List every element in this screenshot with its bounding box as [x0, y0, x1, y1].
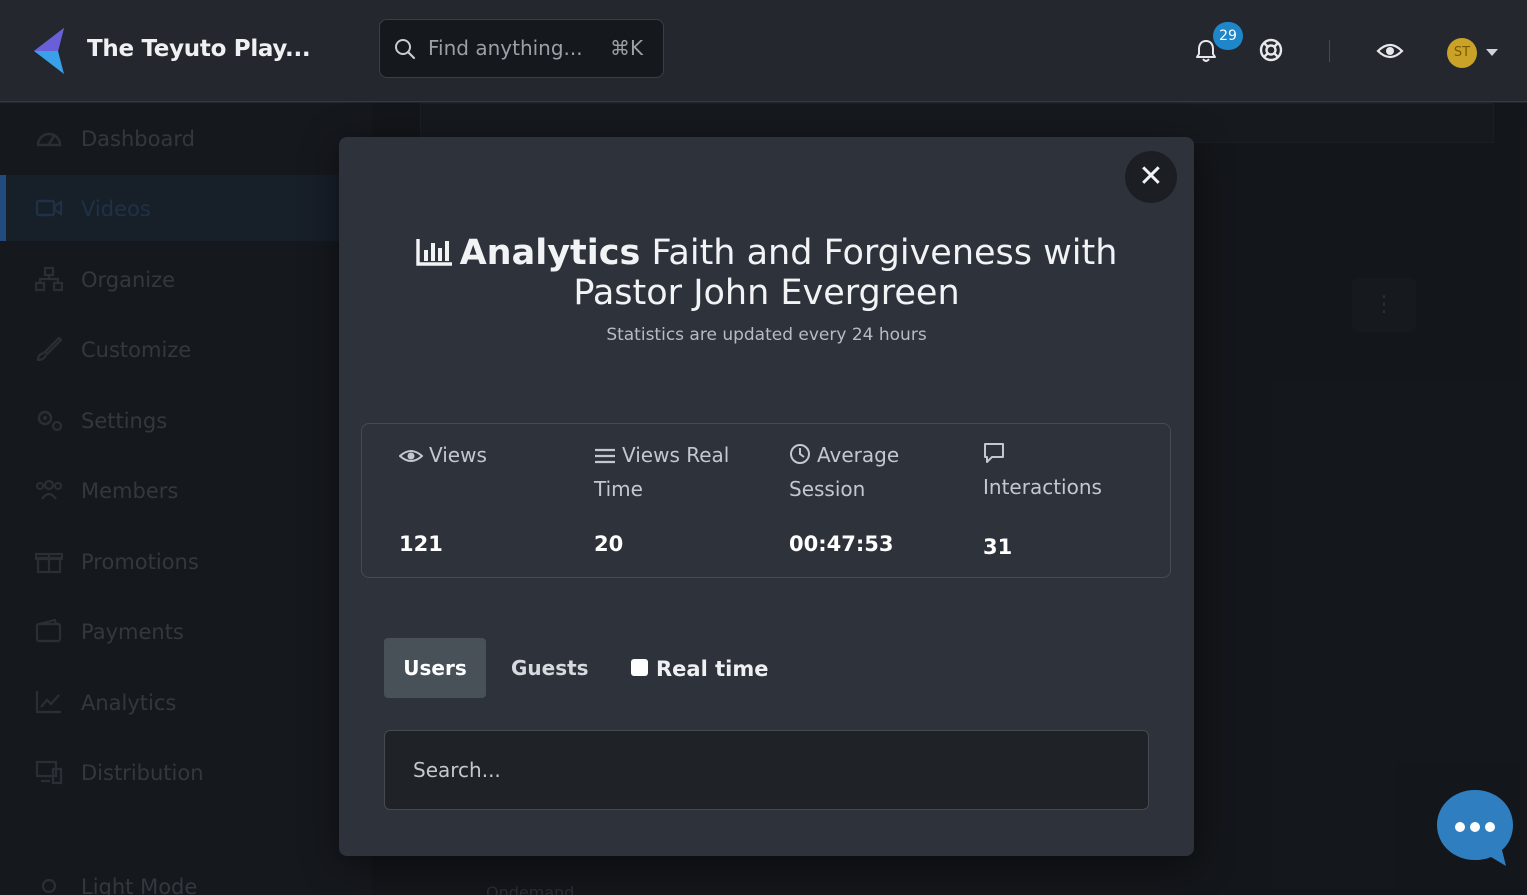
stat-label: Interactions — [983, 442, 1163, 504]
comment-icon — [984, 443, 1004, 463]
stat-interactions: Interactions 31 — [983, 438, 1163, 559]
stat-label: Views — [398, 438, 579, 472]
avatar[interactable]: ST — [1447, 38, 1477, 68]
top-bar: The Teyuto Play... Find anything... ⌘K 2… — [0, 0, 1527, 102]
bar-chart-icon — [415, 239, 452, 266]
realtime-label[interactable]: Real time — [656, 657, 768, 681]
eye-icon[interactable] — [1376, 40, 1404, 62]
stat-views: Views 121 — [398, 438, 579, 556]
clock-icon — [790, 444, 810, 464]
analytics-modal: ✕ Analytics Faith and Forgiveness with P… — [339, 137, 1194, 856]
brand-name[interactable]: The Teyuto Play... — [87, 36, 311, 62]
divider — [1329, 40, 1330, 62]
modal-title-bold: Analytics — [459, 233, 641, 273]
users-search-input[interactable]: Search... — [384, 730, 1149, 810]
stat-views-real-time: Views Real Time 20 — [594, 438, 774, 556]
tab-guests[interactable]: Guests — [511, 638, 589, 698]
modal-title-video: Faith and Forgiveness with Pastor John E… — [573, 233, 1118, 313]
modal-subtitle: Statistics are updated every 24 hours — [606, 325, 927, 345]
stat-value: 00:47:53 — [789, 532, 894, 556]
chevron-down-icon[interactable] — [1486, 49, 1498, 56]
modal-title: Analytics Faith and Forgiveness with Pas… — [379, 233, 1154, 313]
list-icon — [595, 448, 615, 464]
chat-bubble-icon[interactable] — [1436, 789, 1514, 867]
stat-value: 20 — [594, 532, 624, 556]
stat-value: 121 — [399, 532, 443, 556]
stat-label: Views Real Time — [594, 443, 730, 501]
search-icon — [395, 39, 416, 60]
stats-panel: Views 121 Views Real Time 20 Average Ses… — [361, 423, 1171, 578]
search-placeholder: Find anything... — [428, 36, 583, 60]
close-button[interactable]: ✕ — [1125, 151, 1177, 203]
search-shortcut: ⌘K — [610, 36, 644, 60]
close-icon: ✕ — [1138, 159, 1164, 194]
stat-label: Average Session — [789, 443, 900, 501]
eye-icon — [398, 450, 424, 462]
notification-badge[interactable]: 29 — [1213, 22, 1243, 50]
stat-value: 31 — [983, 535, 1013, 559]
search-placeholder: Search... — [413, 758, 501, 782]
logo-icon[interactable] — [30, 26, 70, 76]
tab-users[interactable]: Users — [384, 638, 486, 698]
help-lifebuoy-icon[interactable] — [1259, 38, 1283, 62]
realtime-checkbox[interactable] — [631, 659, 648, 676]
global-search-input[interactable]: Find anything... ⌘K — [379, 19, 664, 78]
stat-average-session: Average Session 00:47:53 — [789, 438, 969, 556]
